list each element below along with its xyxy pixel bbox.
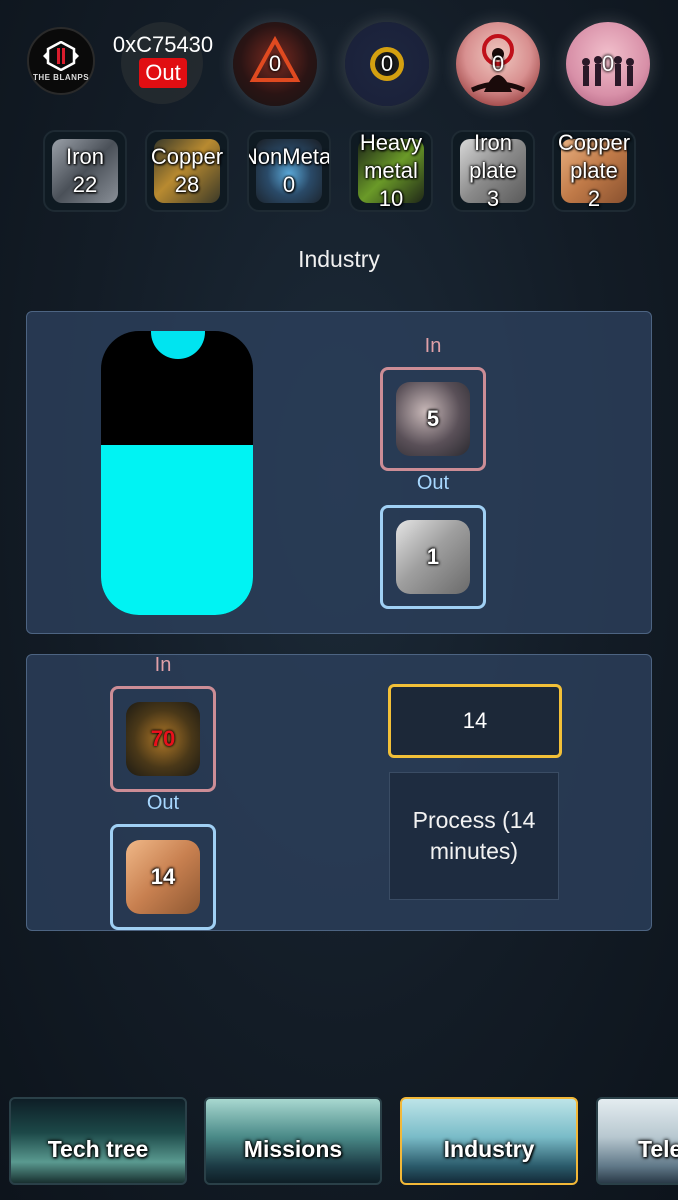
wallet-address: 0xC75430 bbox=[112, 32, 214, 57]
resource-iron-plate[interactable]: Iron plate 3 bbox=[451, 130, 535, 212]
nav-missions-label: Missions bbox=[243, 1136, 343, 1162]
copper-input-slot[interactable]: 70 bbox=[110, 686, 216, 792]
nav-industry[interactable]: Industry bbox=[400, 1097, 578, 1185]
logo-mark-icon bbox=[41, 40, 81, 71]
resource-amount: 2 bbox=[587, 186, 601, 211]
resource-name-line1: Copper bbox=[557, 130, 631, 155]
faction-coin-count: 0 bbox=[380, 51, 394, 76]
iron-output-slot[interactable]: 1 bbox=[380, 505, 486, 609]
iron-plate-icon: 1 bbox=[396, 520, 470, 594]
resource-copper-plate[interactable]: Copper plate 2 bbox=[552, 130, 636, 212]
resource-amount: 10 bbox=[378, 186, 404, 211]
app-logo: THE BLANPS bbox=[27, 27, 95, 95]
resource-amount: 22 bbox=[72, 172, 98, 197]
resource-amount: 28 bbox=[174, 172, 200, 197]
iron-in-label: In bbox=[424, 335, 442, 357]
copper-in-label: In bbox=[154, 654, 172, 676]
nav-missions[interactable]: Missions bbox=[204, 1097, 382, 1185]
copper-input-amount: 70 bbox=[150, 726, 176, 751]
nav-tech-tree-label: Tech tree bbox=[47, 1136, 149, 1162]
progress-tank-fill bbox=[101, 444, 253, 615]
resource-name-line1: Heavy bbox=[359, 130, 423, 155]
faction-triangle-count: 0 bbox=[268, 51, 282, 76]
resource-name: NonMetal bbox=[247, 144, 331, 169]
copper-output-slot[interactable]: 14 bbox=[110, 824, 216, 930]
section-title: Industry bbox=[298, 246, 380, 272]
resource-name-line1: Iron bbox=[474, 130, 512, 155]
resource-heavy-metal[interactable]: Heavy metal 10 bbox=[349, 130, 433, 212]
faction-crowd-count: 0 bbox=[601, 51, 615, 76]
logout-button[interactable]: Out bbox=[139, 58, 187, 88]
process-button[interactable]: Process (14 minutes) bbox=[389, 772, 559, 900]
resource-copper[interactable]: Copper 28 bbox=[145, 130, 229, 212]
nav-industry-label: Industry bbox=[443, 1136, 535, 1162]
nav-tele-label: Tele bbox=[638, 1136, 678, 1162]
quantity-input[interactable] bbox=[388, 684, 562, 758]
resource-amount: 0 bbox=[282, 172, 296, 197]
resource-name-line2: plate bbox=[570, 158, 618, 183]
iron-out-label: Out bbox=[416, 472, 450, 494]
resource-name: Iron bbox=[66, 144, 104, 169]
resource-iron[interactable]: Iron 22 bbox=[43, 130, 127, 212]
copper-plate-icon: 14 bbox=[126, 840, 200, 914]
faction-triangle[interactable]: 0 bbox=[233, 22, 317, 106]
progress-bubble bbox=[151, 331, 205, 359]
iron-output-amount: 1 bbox=[426, 544, 440, 569]
copper-ore-icon: 70 bbox=[126, 702, 200, 776]
resource-amount: 3 bbox=[486, 186, 500, 211]
faction-coin[interactable]: 0 bbox=[345, 22, 429, 106]
faction-monk[interactable]: 0 bbox=[456, 22, 540, 106]
faction-crowd[interactable]: 0 bbox=[566, 22, 650, 106]
iron-input-amount: 5 bbox=[426, 406, 440, 431]
iron-ore-icon: 5 bbox=[396, 382, 470, 456]
faction-monk-count: 0 bbox=[491, 51, 505, 76]
iron-input-slot[interactable]: 5 bbox=[380, 367, 486, 471]
nav-tele[interactable]: Tele bbox=[596, 1097, 678, 1185]
logo-text: THE BLANPS bbox=[32, 72, 90, 82]
copper-output-amount: 14 bbox=[150, 864, 176, 889]
nav-tech-tree[interactable]: Tech tree bbox=[9, 1097, 187, 1185]
resource-nonmetal[interactable]: NonMetal 0 bbox=[247, 130, 331, 212]
resource-name: Copper bbox=[150, 144, 224, 169]
progress-tank bbox=[101, 331, 253, 615]
resource-name-line2: plate bbox=[469, 158, 517, 183]
resource-name-line2: metal bbox=[364, 158, 418, 183]
copper-out-label: Out bbox=[146, 792, 180, 814]
